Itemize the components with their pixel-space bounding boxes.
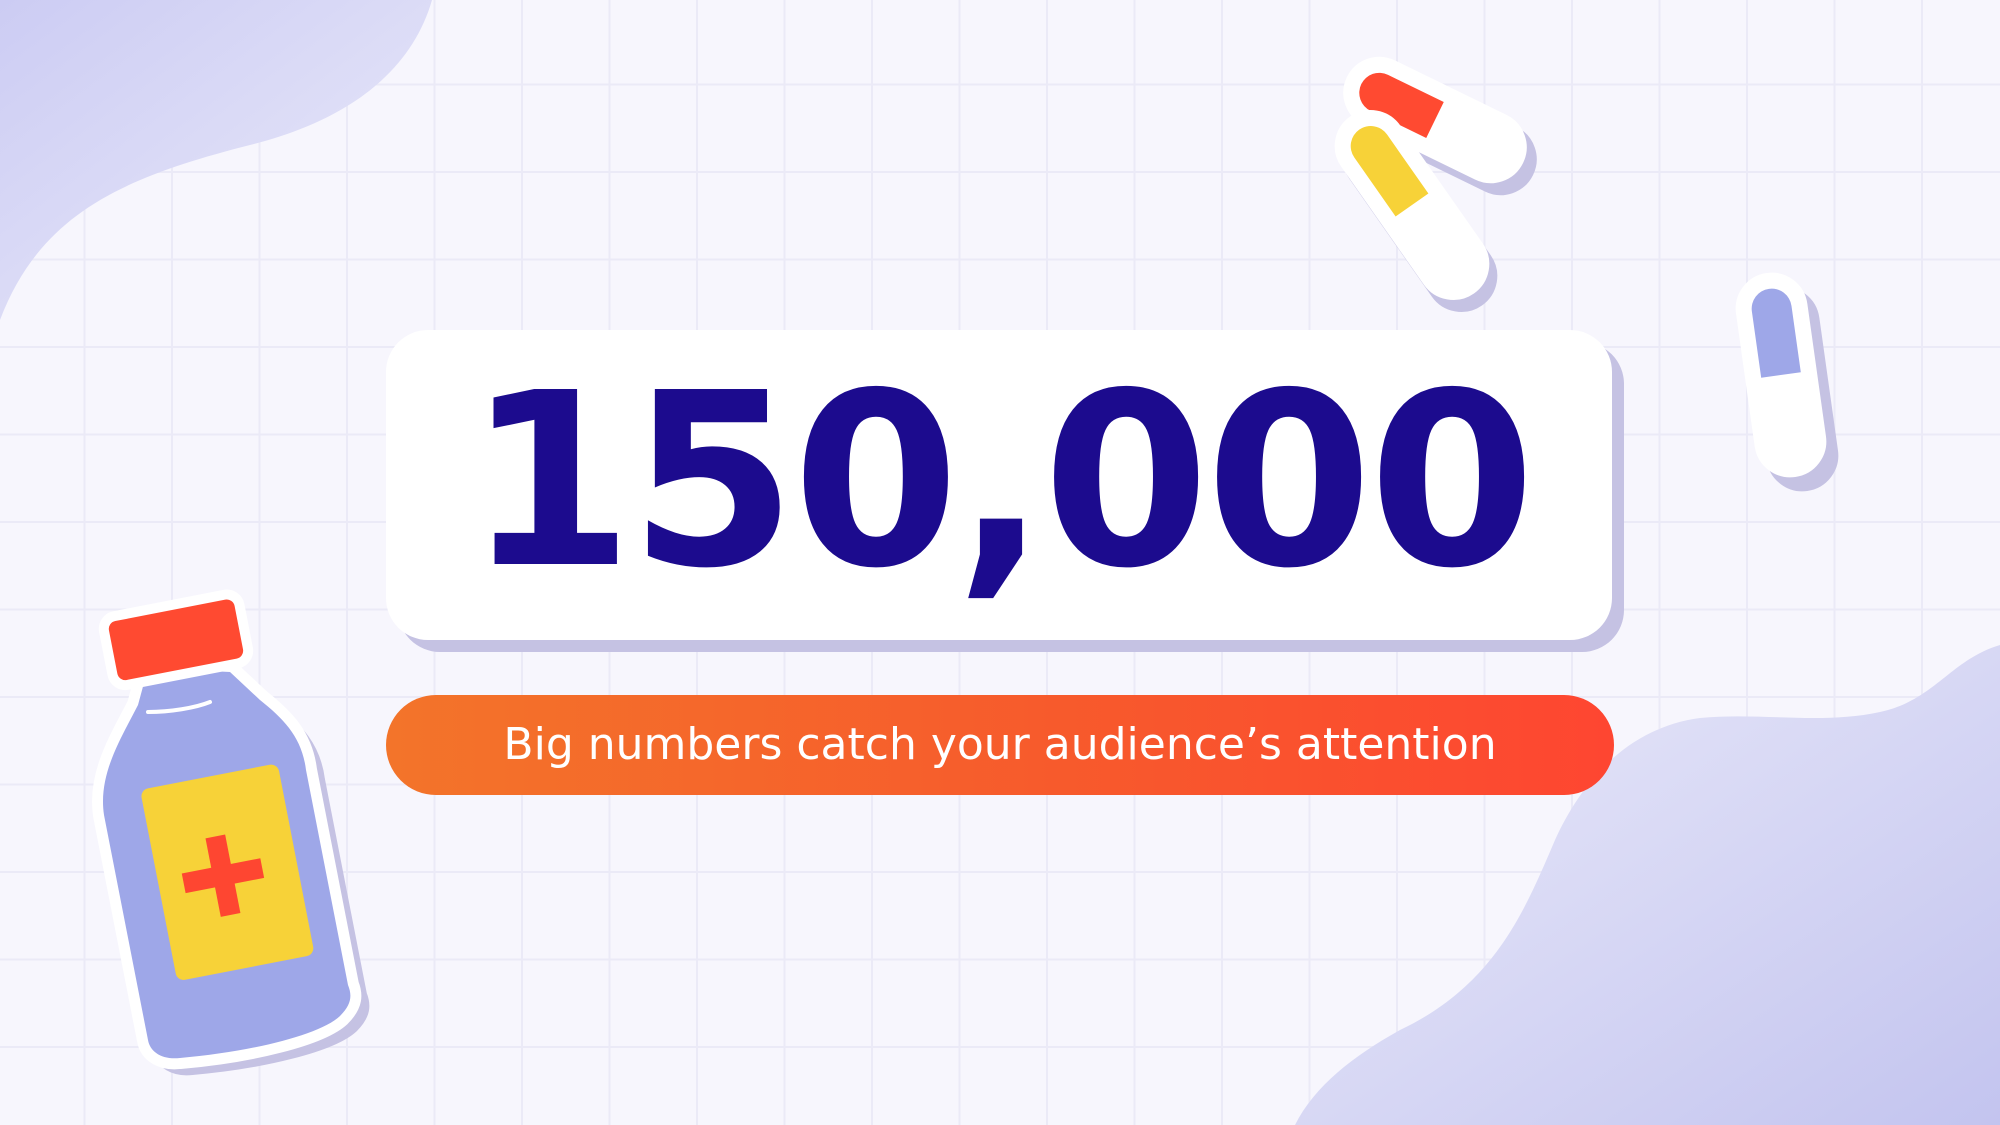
caption-pill: Big numbers catch your audience’s attent… <box>386 695 1614 795</box>
caption-text: Big numbers catch your audience’s attent… <box>503 719 1497 770</box>
medicine-bottle-icon <box>92 589 370 1076</box>
big-number: 150,000 <box>466 341 1535 621</box>
blue-capsule-icon <box>1735 272 1839 492</box>
slide: 150,000 Big numbers catch your audience’… <box>0 0 2000 1125</box>
stat-card: 150,000 <box>386 330 1612 640</box>
top-left-blob <box>0 0 432 320</box>
